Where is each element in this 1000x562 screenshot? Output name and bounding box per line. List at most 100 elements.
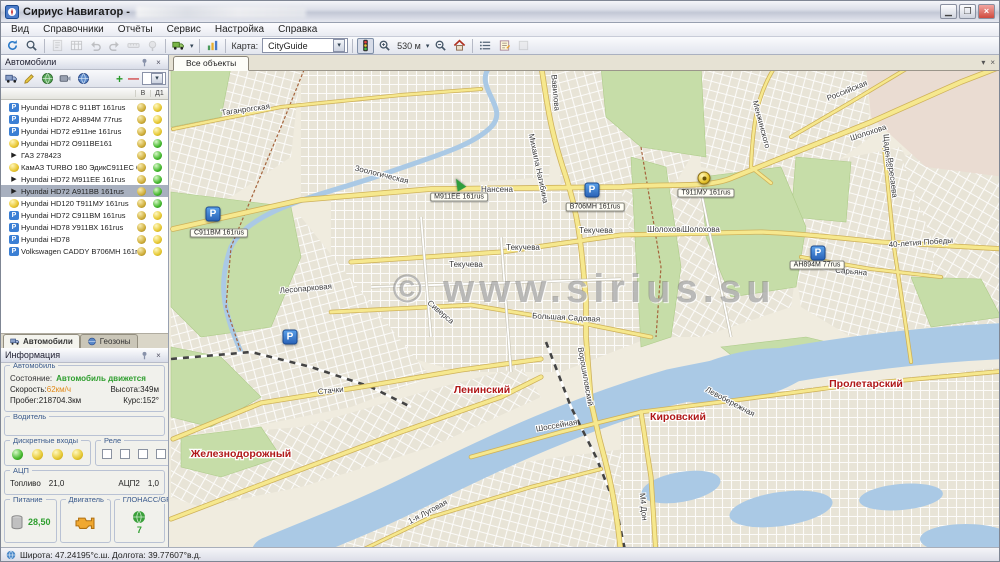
vehicles-dropdown-button[interactable] bbox=[170, 38, 187, 54]
parked-icon: P bbox=[9, 103, 19, 112]
zoom-in-button[interactable] bbox=[376, 38, 393, 54]
zoom-out-button[interactable] bbox=[432, 38, 449, 54]
vehicle-row[interactable]: PHyundai HD78 С 911ВТ 161rus bbox=[1, 101, 168, 113]
chart-button[interactable] bbox=[204, 38, 221, 54]
vehicle-row[interactable]: ▶Hyundai HD72 А911ВВ 161rus bbox=[1, 185, 168, 197]
vehicle-label: Hyundai HD72 АН894М 77rus bbox=[21, 115, 137, 124]
vehicle-row[interactable]: PHyundai HD78 У911ВХ 161rus bbox=[1, 221, 168, 233]
list-filter-dropdown[interactable]: ▾ bbox=[142, 72, 166, 85]
map-select-arrow[interactable]: ▾ bbox=[333, 39, 345, 52]
vehicles-panel-close-icon[interactable]: × bbox=[153, 58, 164, 67]
column-d1[interactable]: Д1 bbox=[150, 90, 168, 97]
discrete-inputs-group: Дискретные входы bbox=[4, 440, 91, 466]
globe-track-button[interactable] bbox=[39, 71, 56, 87]
vehicle-row[interactable]: Hyundai HD120 Т911МУ 161rus bbox=[1, 197, 168, 209]
status-led-b bbox=[137, 103, 146, 112]
relay-checkbox-3[interactable] bbox=[138, 449, 148, 459]
power-group-title: Питание bbox=[10, 495, 46, 504]
vehicle-row[interactable]: PHyundai HD72 С911ВМ 161rus bbox=[1, 209, 168, 221]
vehicle-row[interactable]: PHyundai HD72 е911не 161rus bbox=[1, 125, 168, 137]
close-button[interactable]: × bbox=[978, 4, 995, 19]
list-view-button[interactable] bbox=[477, 38, 494, 54]
map-select[interactable]: CityGuide ▾ bbox=[262, 38, 348, 53]
status-led-b bbox=[137, 223, 146, 232]
vehicle-row[interactable]: PHyundai HD72 АН894М 77rus bbox=[1, 113, 168, 125]
redo-icon[interactable] bbox=[106, 38, 123, 54]
vehicle-row[interactable]: PVolkswagen CADDY В706МН 161rus bbox=[1, 245, 168, 257]
vehicle-label: Hyundai HD120 Т911МУ 161rus bbox=[21, 199, 137, 208]
maximize-button[interactable]: ❐ bbox=[959, 4, 976, 19]
vehicle-marker-idle[interactable] bbox=[698, 172, 711, 185]
table-icon[interactable] bbox=[68, 38, 85, 54]
vehicle-label: Hyundai HD78 bbox=[21, 235, 137, 244]
minimize-button[interactable]: ▁ bbox=[940, 4, 957, 19]
list-filter-arrow[interactable]: ▾ bbox=[151, 73, 163, 84]
map-scale-arrow[interactable]: ▾ bbox=[425, 42, 431, 50]
status-led-d1 bbox=[153, 235, 162, 244]
relay-checkbox-2[interactable] bbox=[120, 449, 130, 459]
tab-vehicles[interactable]: Автомобили bbox=[3, 334, 80, 348]
search-button[interactable] bbox=[23, 38, 40, 54]
pin-icon[interactable] bbox=[139, 58, 150, 67]
vehicle-row[interactable]: ▶Hyundai HD72 М911ЕЕ 161rus bbox=[1, 173, 168, 185]
engine-icon bbox=[72, 513, 98, 531]
remove-vehicle-button[interactable]: — bbox=[126, 73, 141, 85]
vehicle-row[interactable]: Hyundai HD72 О911ВЕ161 bbox=[1, 137, 168, 149]
menu-item-2[interactable]: Справочники bbox=[37, 24, 110, 35]
report-icon[interactable] bbox=[49, 38, 66, 54]
map-tab-close-icon[interactable]: × bbox=[990, 58, 995, 67]
edit-pencil-button[interactable] bbox=[21, 71, 38, 87]
undo-icon[interactable] bbox=[87, 38, 104, 54]
vehicle-plate-label[interactable]: Т911МУ 161rus bbox=[677, 189, 734, 198]
map-tab-menu-arrow[interactable]: ▾ bbox=[981, 58, 985, 67]
info-pin-icon[interactable] bbox=[139, 351, 150, 360]
vehicle-marker-parked[interactable]: P bbox=[206, 207, 221, 222]
vehicle-plate-label[interactable]: В706МН 161rus bbox=[566, 203, 625, 212]
vehicle-row[interactable]: PHyundai HD78 bbox=[1, 233, 168, 245]
vehicles-panel-title: Автомобили bbox=[5, 57, 56, 67]
menu-item-6[interactable]: Справка bbox=[272, 24, 323, 35]
measure-icon[interactable] bbox=[125, 38, 142, 54]
notes-button[interactable] bbox=[496, 38, 513, 54]
vehicle-marker-parked[interactable]: P bbox=[585, 183, 600, 198]
add-vehicle-button[interactable]: + bbox=[114, 72, 125, 86]
status-led-d1 bbox=[153, 223, 162, 232]
vehicle-marker-parked[interactable]: P bbox=[811, 246, 826, 261]
tab-vehicles-label: Автомобили bbox=[23, 337, 73, 346]
home-button[interactable] bbox=[451, 38, 468, 54]
vehicle-label: Hyundai HD78 С 911ВТ 161rus bbox=[21, 103, 137, 112]
discrete-led-green bbox=[12, 449, 23, 460]
status-led-d1 bbox=[153, 247, 162, 256]
moving-icon: ▶ bbox=[9, 151, 19, 160]
info-panel-close-icon[interactable]: × bbox=[153, 351, 164, 360]
info-panel-title: Информация bbox=[5, 350, 60, 360]
camera-button[interactable] bbox=[57, 71, 74, 87]
menu-item-5[interactable]: Настройка bbox=[209, 24, 270, 35]
relay-checkbox-1[interactable] bbox=[102, 449, 112, 459]
vehicles-dropdown-arrow[interactable]: ▾ bbox=[189, 42, 195, 50]
refresh-button[interactable] bbox=[4, 38, 21, 54]
vehicle-plate-label[interactable]: М911ЕЕ 161rus bbox=[430, 193, 488, 202]
traffic-light-button[interactable] bbox=[357, 38, 374, 54]
geozone-tab-icon bbox=[87, 337, 97, 346]
menu-item-4[interactable]: Сервис bbox=[161, 24, 207, 35]
globe-map-button[interactable] bbox=[75, 71, 92, 87]
menu-item-3[interactable]: Отчёты bbox=[112, 24, 159, 35]
relay-checkbox-4[interactable] bbox=[156, 449, 166, 459]
menu-item-1[interactable]: Вид bbox=[5, 24, 35, 35]
map-tab-all-objects[interactable]: Все объекты bbox=[173, 56, 249, 71]
vehicle-row[interactable]: КамАЗ TURBO 180 ЭдикС911ЕС 61rus bbox=[1, 161, 168, 173]
marker-icon[interactable] bbox=[144, 38, 161, 54]
left-sidebar: Автомобили × bbox=[1, 55, 169, 547]
map-canvas[interactable]: ТаганрогскаяВавиловаЗоологическаяНансена… bbox=[169, 71, 999, 547]
vehicle-row[interactable]: ▶ГАЗ 278423 bbox=[1, 149, 168, 161]
extra-tool-button[interactable] bbox=[515, 38, 532, 54]
adc2-label: АЦП2 bbox=[118, 479, 139, 488]
status-globe-icon bbox=[6, 550, 16, 560]
vehicle-plate-label[interactable]: АН894М 77rus bbox=[790, 261, 845, 270]
tab-geozones[interactable]: Геозоны bbox=[80, 334, 138, 348]
vehicle-truck-button[interactable] bbox=[3, 71, 20, 87]
vehicle-marker-parked[interactable]: P bbox=[283, 330, 298, 345]
vehicle-plate-label[interactable]: С911ВМ 161rus bbox=[190, 229, 248, 238]
column-b[interactable]: В bbox=[135, 90, 150, 97]
